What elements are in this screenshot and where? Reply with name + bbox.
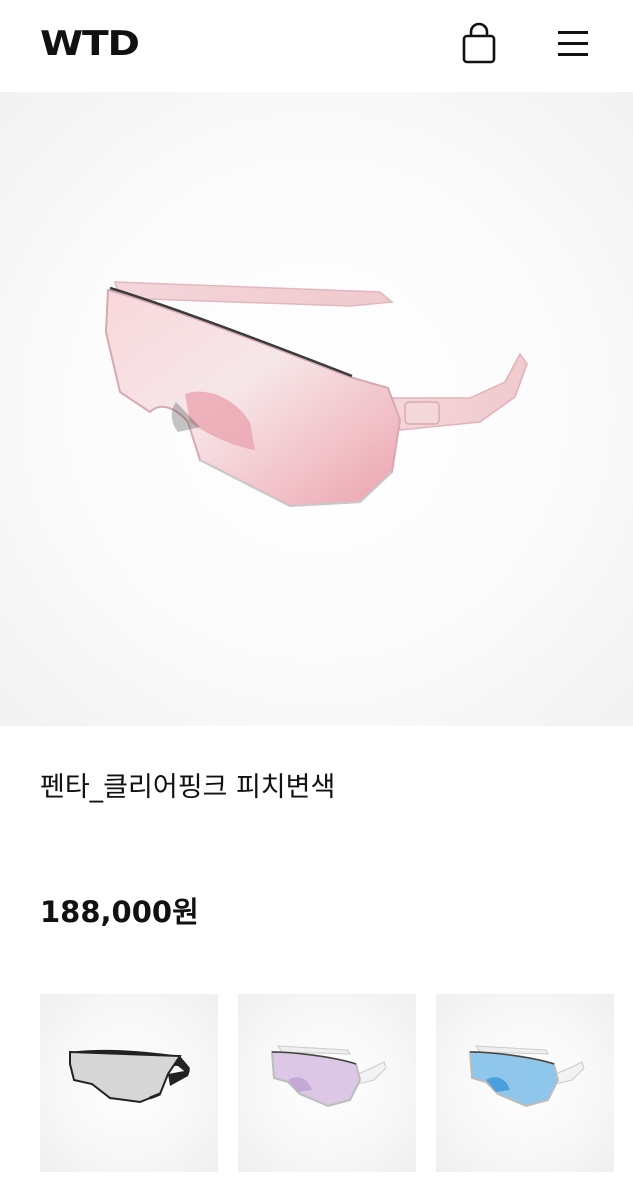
product-image-carousel[interactable]: 13 <box>0 92 633 726</box>
product-price: 188,000원 <box>40 895 199 929</box>
product-title: 펜타_클리어핑크 피치변색 <box>40 772 336 803</box>
thumbnail-list <box>40 994 633 1174</box>
thumbnail-white-blue[interactable] <box>436 994 614 1172</box>
product-image <box>104 281 528 508</box>
thumbnail-black[interactable] <box>40 994 218 1172</box>
hamburger-menu-icon <box>558 31 588 56</box>
header: WTD <box>0 0 633 92</box>
cart-button[interactable] <box>458 22 500 66</box>
menu-button[interactable] <box>554 26 592 60</box>
thumbnail-white-lavender[interactable] <box>238 994 416 1172</box>
sunglasses-black-image <box>69 1049 190 1104</box>
sunglasses-white-lavender-image <box>270 1045 387 1108</box>
shopping-bag-icon <box>462 22 496 64</box>
logo[interactable]: WTD <box>40 24 140 64</box>
sunglasses-white-blue-image <box>468 1045 585 1108</box>
